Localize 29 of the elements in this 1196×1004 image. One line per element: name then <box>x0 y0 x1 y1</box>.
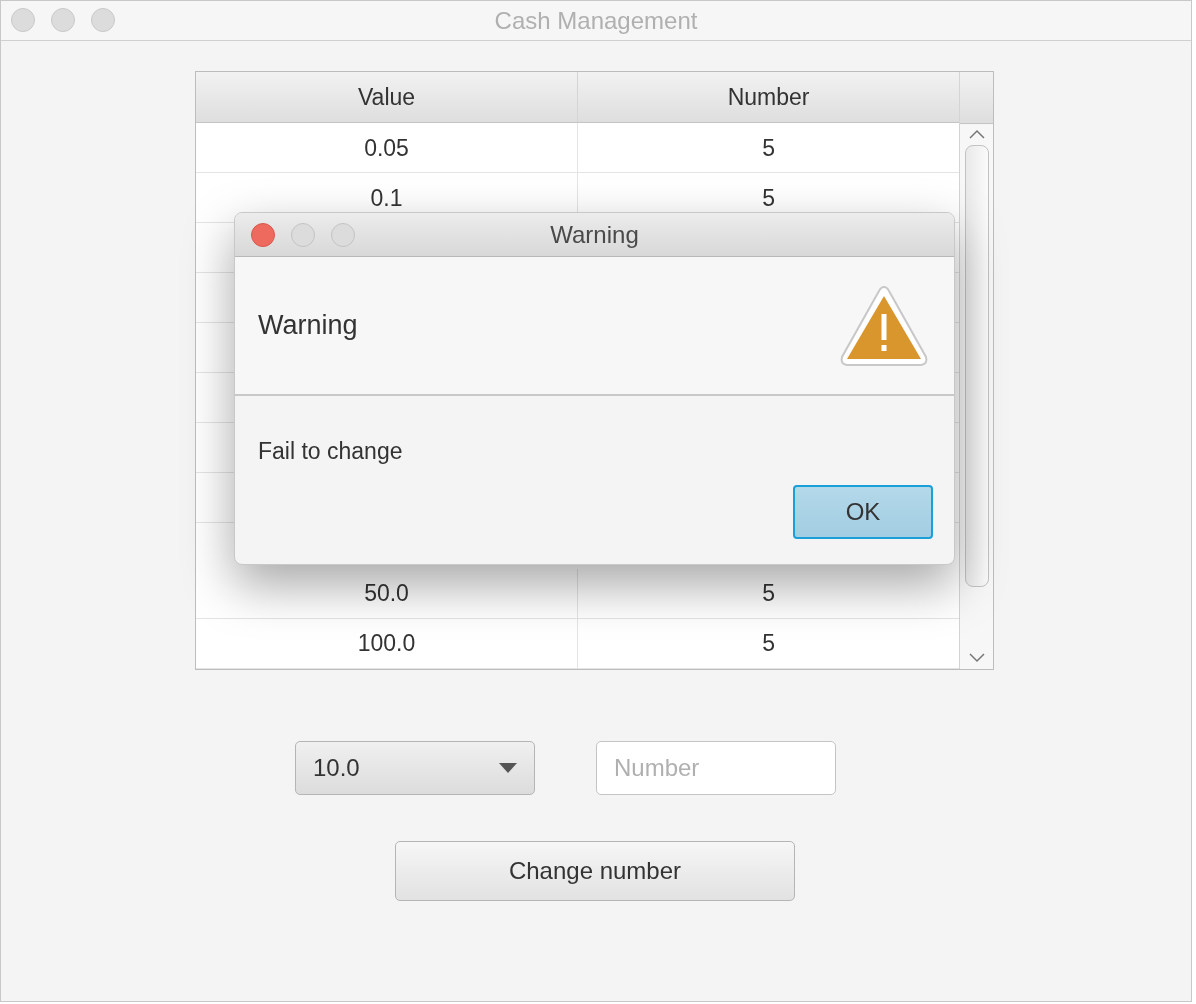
zoom-button[interactable] <box>331 223 355 247</box>
table-cell: 5 <box>577 619 960 668</box>
number-field[interactable]: Number <box>596 741 836 795</box>
value-dropdown[interactable]: 10.0 <box>295 741 535 795</box>
table-cell-text: 100.0 <box>356 629 417 659</box>
dialog-message: Fail to change <box>258 437 403 466</box>
close-button[interactable] <box>11 8 35 32</box>
table-cell-text: 50.0 <box>363 579 410 609</box>
table-cell-text: 0.1 <box>369 183 404 213</box>
column-header[interactable]: Number <box>577 72 960 124</box>
table-cell: 5 <box>577 123 960 173</box>
scrollbar[interactable] <box>960 124 993 669</box>
window-title: Cash Management <box>494 5 698 36</box>
dropdown-value: 10.0 <box>313 753 360 783</box>
table-cell-text: 0.05 <box>363 133 410 163</box>
scrollbar-thumb[interactable] <box>964 145 989 587</box>
scroll-up-icon[interactable] <box>968 129 985 139</box>
change-number-button[interactable]: Change number <box>395 841 795 901</box>
column-header[interactable]: Value <box>196 72 578 124</box>
dropdown-arrow-icon <box>499 763 517 773</box>
minimize-button[interactable] <box>51 8 75 32</box>
zoom-button[interactable] <box>91 8 115 32</box>
table-cell: 5 <box>577 569 960 618</box>
scroll-down-icon[interactable] <box>968 653 985 663</box>
warning-icon <box>838 283 930 368</box>
close-button[interactable] <box>251 223 275 247</box>
dialog-header: Warning <box>258 309 358 343</box>
minimize-button[interactable] <box>291 223 315 247</box>
ok-button[interactable]: OK <box>793 484 933 539</box>
